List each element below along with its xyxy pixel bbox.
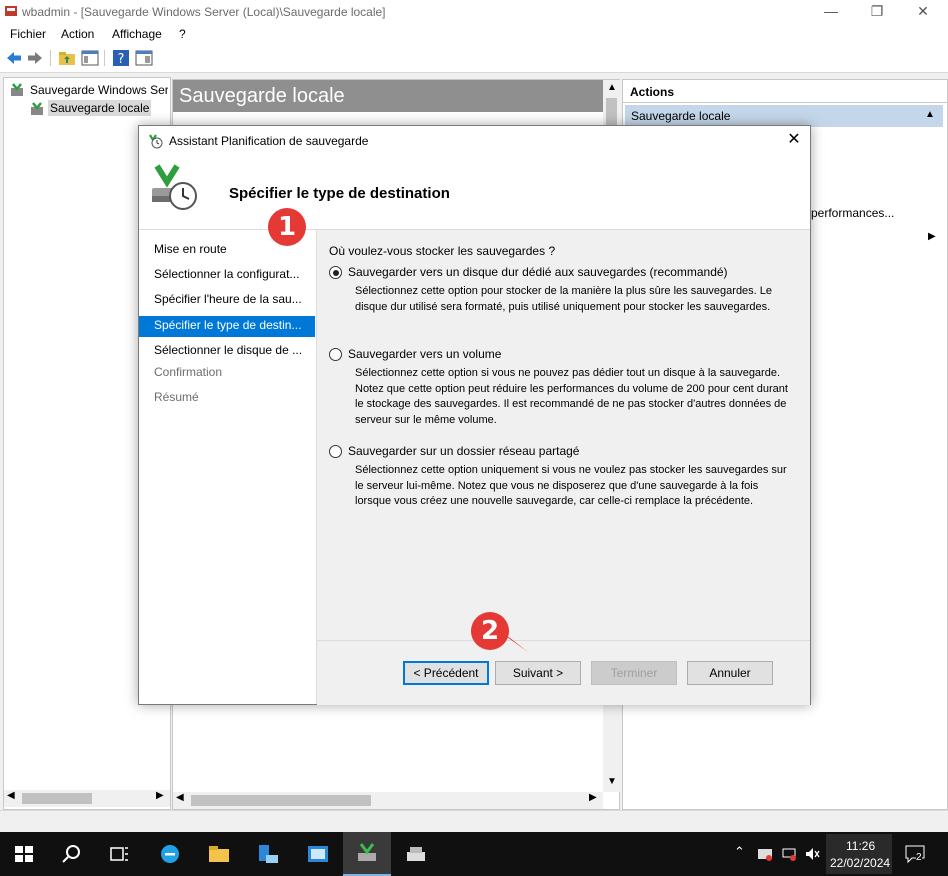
annotation-pointer-1 [300, 230, 328, 258]
actions-title-bar: Actions [623, 80, 947, 103]
actions-section-header[interactable]: Sauvegarde locale ▲ [625, 105, 943, 127]
notifications-count: 2 [916, 852, 922, 863]
scroll-thumb[interactable] [22, 793, 92, 804]
close-window-button[interactable]: ✕ [900, 0, 946, 24]
annotation-pointer-2 [500, 632, 528, 652]
tree-child-label[interactable]: Sauvegarde locale [48, 100, 152, 116]
previous-button[interactable]: < Précédent [403, 661, 489, 685]
clock-time: 11:26 [846, 839, 876, 853]
cancel-button[interactable]: Annuler [687, 661, 773, 685]
file-explorer-icon[interactable] [207, 842, 231, 866]
wizard-title-icon [149, 134, 163, 149]
backup-server-icon [11, 83, 23, 96]
menu-fichier[interactable]: Fichier [10, 27, 46, 41]
action-performances[interactable]: performances... [811, 206, 894, 220]
radio-volume[interactable] [329, 348, 342, 361]
restore-button[interactable]: ❐ [854, 0, 900, 24]
scroll-left-icon[interactable]: ◀ [7, 790, 15, 801]
submenu-arrow-icon[interactable]: ▶ [928, 231, 936, 242]
step-specifier-type-destination[interactable]: Spécifier le type de destin... [154, 318, 312, 332]
network-icon[interactable] [781, 846, 797, 862]
next-button[interactable]: Suivant > [495, 661, 581, 685]
tree-root-label[interactable]: Sauvegarde Windows Serv [30, 83, 168, 97]
option-dedicated-disk-label[interactable]: Sauvegarder vers un disque dur dédié aux… [348, 265, 728, 279]
server-manager-icon[interactable] [256, 842, 280, 866]
volume-muted-icon[interactable] [804, 846, 820, 862]
backup-schedule-icon [152, 164, 197, 210]
tree-horizontal-scrollbar[interactable]: ◀ ▶ [4, 790, 170, 807]
scroll-right-icon[interactable]: ▶ [589, 792, 597, 803]
taskbar: ⌃ 11:26 22/02/2024 2 [0, 832, 948, 876]
menu-help[interactable]: ? [179, 27, 186, 41]
step-selectionner-disque[interactable]: Sélectionner le disque de ... [154, 343, 312, 357]
wizard-content-pane: Où voulez-vous stocker les sauvegardes ?… [317, 230, 810, 640]
actions-section-label: Sauvegarde locale [631, 109, 731, 123]
clock-date: 22/02/2024 [830, 856, 891, 870]
toolbar-separator [50, 50, 51, 66]
scroll-thumb[interactable] [606, 98, 617, 128]
option-dedicated-disk-description: Sélectionnez cette option pour stocker d… [355, 285, 773, 313]
option-volume-label[interactable]: Sauvegarder vers un volume [348, 347, 501, 361]
menu-action[interactable]: Action [61, 27, 94, 41]
show-action-pane-icon[interactable] [135, 49, 153, 67]
forward-arrow-icon[interactable] [26, 49, 44, 67]
scroll-right-icon[interactable]: ▶ [156, 790, 164, 801]
collapse-up-icon[interactable]: ▲ [925, 109, 935, 120]
radio-dedicated-disk[interactable] [329, 266, 342, 279]
scroll-up-icon[interactable]: ▲ [607, 82, 617, 93]
dialog-close-button[interactable]: ✕ [783, 128, 805, 152]
minimize-button[interactable]: — [808, 0, 854, 24]
svg-text:?: ? [118, 52, 125, 67]
back-arrow-icon[interactable] [5, 49, 23, 67]
task-view-icon[interactable] [107, 842, 131, 866]
menu-affichage[interactable]: Affichage [112, 27, 162, 41]
finish-button: Terminer [591, 661, 677, 685]
folder-up-icon[interactable] [58, 49, 76, 67]
start-windows-icon[interactable] [12, 842, 36, 866]
dialog-title: Assistant Planification de sauvegarde [169, 134, 369, 148]
option-network-folder-description: Sélectionnez cette option uniquement si … [355, 464, 787, 507]
wizard-steps-pane: Mise en route Sélectionner la configurat… [139, 230, 317, 704]
clock-area[interactable]: 11:26 22/02/2024 [826, 834, 892, 874]
search-icon[interactable] [60, 842, 84, 866]
scroll-left-icon[interactable]: ◀ [176, 792, 184, 803]
disk-tool-icon[interactable] [404, 842, 428, 866]
step-selectionner-configuration[interactable]: Sélectionner la configurat... [154, 267, 312, 281]
option-network-folder-label[interactable]: Sauvegarder sur un dossier réseau partag… [348, 444, 579, 458]
wbadmin-taskbar-button[interactable] [343, 832, 391, 876]
dialog-heading: Spécifier le type de destination [229, 185, 450, 202]
step-confirmation: Confirmation [154, 365, 223, 379]
option-volume-description: Sélectionnez cette option si vous ne pou… [355, 367, 788, 426]
window-title: wbadmin - [Sauvegarde Windows Server (Lo… [22, 5, 386, 19]
backup-local-icon [31, 102, 43, 115]
scroll-down-icon[interactable]: ▼ [607, 776, 617, 787]
wbadmin-app-icon [5, 6, 17, 16]
toolbar-separator [104, 50, 105, 66]
help-icon[interactable]: ? [112, 49, 130, 67]
show-hide-tree-icon[interactable] [81, 49, 99, 67]
show-hidden-icons-chevron-icon[interactable]: ⌃ [734, 844, 745, 860]
control-panel-icon[interactable] [306, 842, 330, 866]
scroll-thumb[interactable] [191, 795, 371, 806]
destination-question: Où voulez-vous stocker les sauvegardes ? [329, 244, 556, 258]
actions-title: Actions [630, 85, 675, 99]
center-horizontal-scrollbar[interactable]: ◀ ▶ [173, 792, 603, 809]
window-titlebar: wbadmin - [Sauvegarde Windows Server (Lo… [0, 0, 948, 24]
toolbar: ? [0, 44, 948, 73]
menu-bar: Fichier Action Affichage ? [0, 24, 948, 44]
status-bar [0, 810, 948, 833]
action-center-flag-icon[interactable] [757, 846, 773, 862]
wizard-button-area: < Précédent Suivant > Terminer Annuler [317, 640, 810, 705]
notifications-icon[interactable] [904, 844, 926, 864]
step-resume: Résumé [154, 390, 199, 404]
radio-network-folder[interactable] [329, 445, 342, 458]
step-specifier-heure[interactable]: Spécifier l'heure de la sau... [154, 292, 312, 306]
internet-explorer-icon[interactable] [158, 842, 182, 866]
backup-taskbar-icon [358, 843, 376, 861]
center-header: Sauvegarde locale [173, 80, 603, 112]
